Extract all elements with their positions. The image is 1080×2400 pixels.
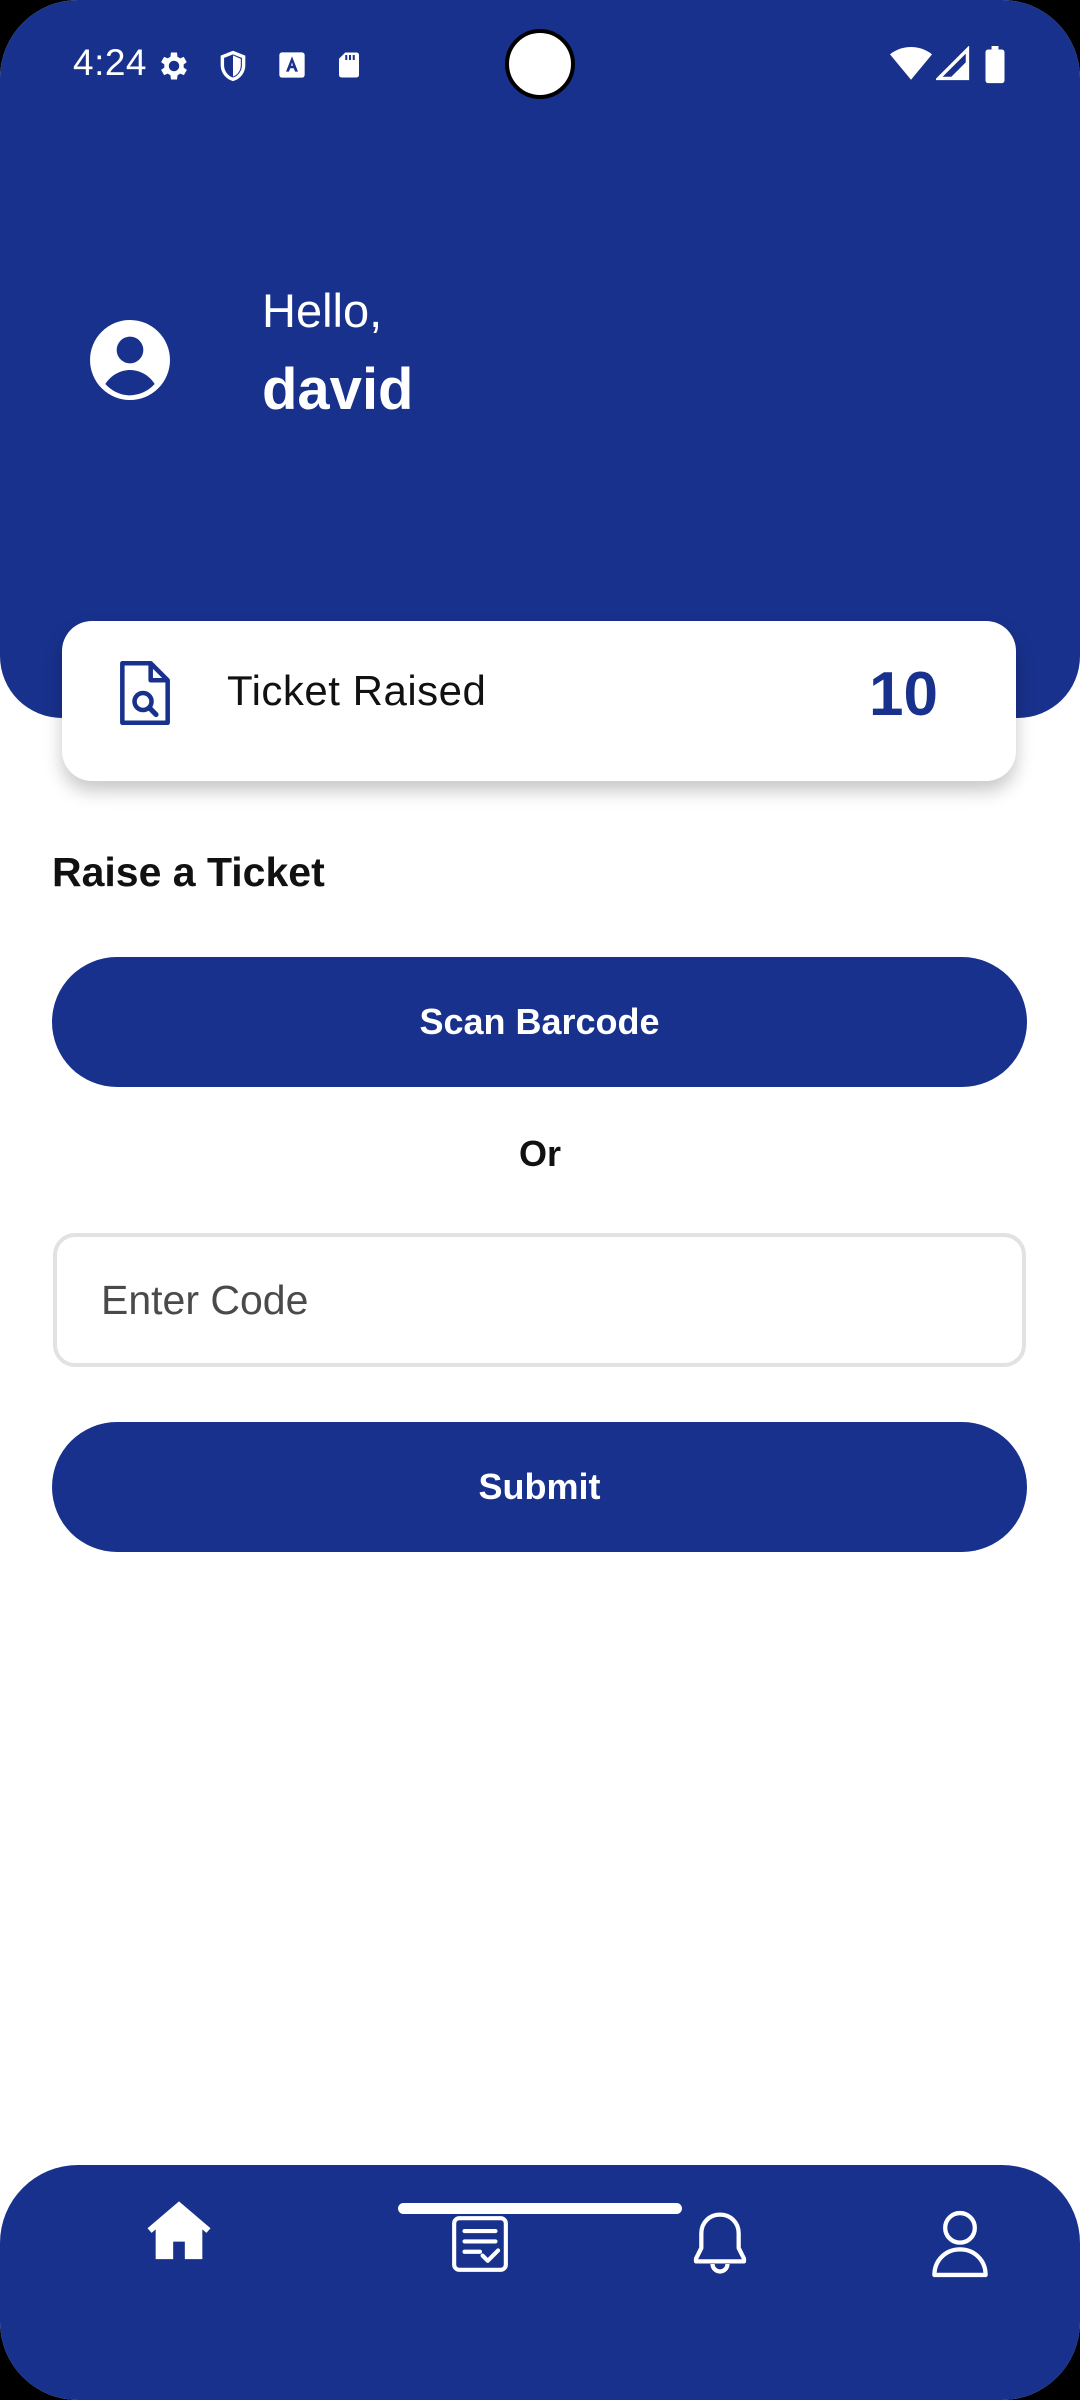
bottom-nav: [0, 2165, 1080, 2400]
status-bar: 4:24: [0, 0, 1080, 132]
shield-icon: [220, 50, 246, 82]
battery-icon: [985, 46, 1005, 84]
submit-button[interactable]: Submit: [52, 1422, 1027, 1552]
signal-icon: [936, 46, 970, 81]
nav-item-notifications[interactable]: [680, 2204, 760, 2284]
nav-item-profile[interactable]: [920, 2204, 1000, 2284]
camera-cutout: [505, 29, 575, 99]
nav-item-home[interactable]: [139, 2190, 219, 2270]
header-panel: 4:24 Hello, david: [0, 0, 1080, 718]
gesture-home-indicator[interactable]: [398, 2203, 682, 2214]
ticket-raised-count: 10: [869, 660, 938, 729]
status-time: 4:24: [73, 42, 148, 83]
document-search-icon: [120, 660, 170, 726]
nav-item-tickets[interactable]: [440, 2204, 520, 2284]
person-icon: [932, 2210, 988, 2278]
greeting-text: Hello,: [262, 284, 383, 337]
home-icon: [147, 2201, 211, 2260]
username-text: david: [262, 357, 414, 422]
app-screen: 4:24 Hello, david Ticket Raised 10 Raise…: [0, 0, 1080, 2400]
sd-card-icon: [339, 52, 359, 78]
checklist-icon: [452, 2216, 508, 2272]
enter-code-input[interactable]: [53, 1233, 1026, 1367]
text-a-icon: [279, 52, 305, 78]
raise-ticket-title: Raise a Ticket: [52, 849, 325, 895]
scan-barcode-button[interactable]: Scan Barcode: [52, 957, 1027, 1087]
ticket-raised-label: Ticket Raised: [227, 667, 487, 714]
gear-icon: [161, 52, 187, 80]
avatar-icon: [90, 320, 170, 400]
wifi-icon: [890, 47, 932, 80]
or-divider-text: Or: [518, 1133, 561, 1174]
bell-icon: [693, 2212, 747, 2274]
ticket-raised-card[interactable]: Ticket Raised 10: [62, 621, 1016, 781]
